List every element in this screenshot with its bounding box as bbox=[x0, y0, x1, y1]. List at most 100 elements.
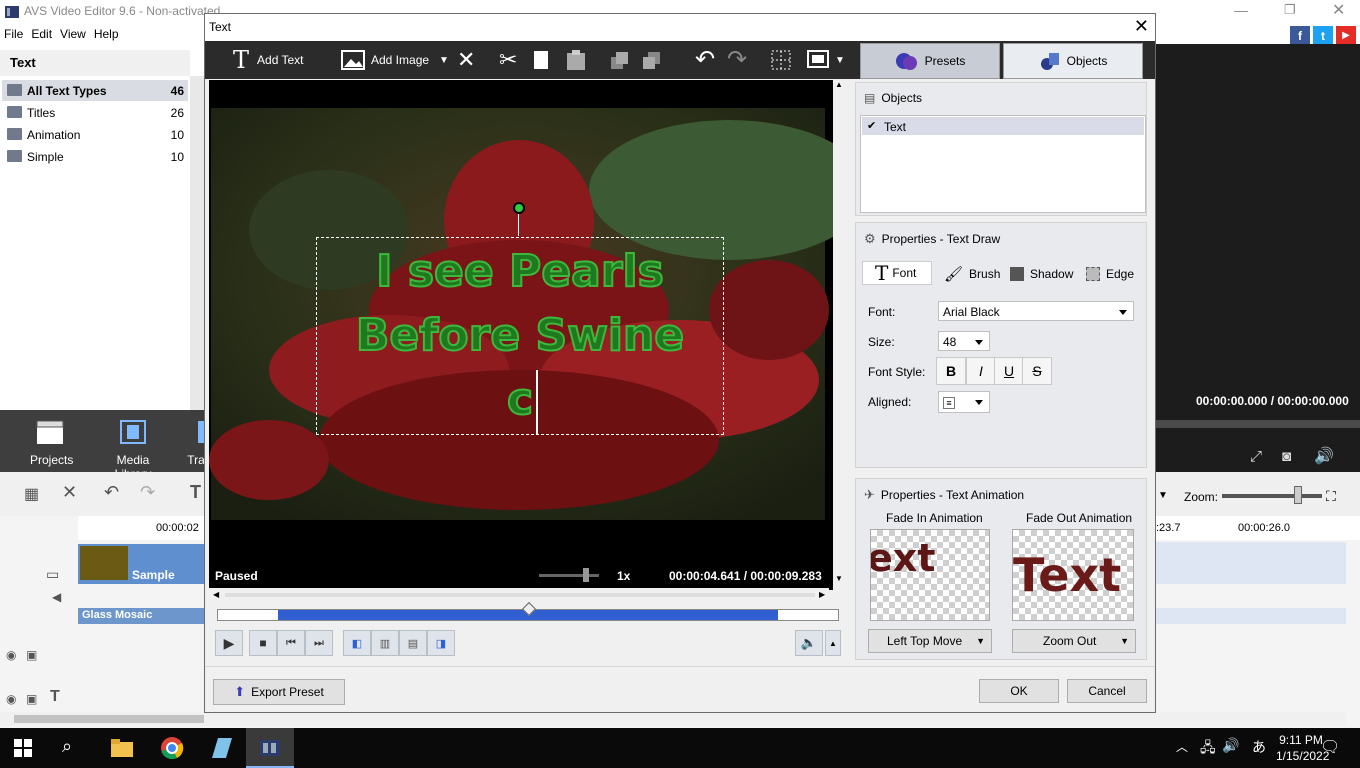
text-tool-icon[interactable]: T bbox=[190, 482, 201, 503]
menu-help[interactable]: Help bbox=[90, 24, 123, 44]
tray-chevron-icon[interactable]: ︿ bbox=[1176, 738, 1188, 755]
volume-dropdown-button[interactable]: ▲ bbox=[825, 630, 841, 656]
close-icon[interactable]: ✕ bbox=[1332, 0, 1345, 20]
italic-button[interactable]: I bbox=[966, 357, 996, 385]
play-button[interactable]: ▶ bbox=[215, 630, 243, 656]
player-seek-bar[interactable] bbox=[1156, 420, 1360, 428]
effect-clip[interactable]: Glass Mosaic bbox=[78, 608, 205, 624]
mark-mid-button[interactable]: ▥ bbox=[371, 630, 399, 656]
scroll-right-icon[interactable]: ▶ bbox=[819, 590, 825, 599]
font-select[interactable]: Arial Black bbox=[938, 301, 1134, 321]
stop-button[interactable]: ■ bbox=[249, 630, 277, 656]
dialog-close-icon[interactable]: ✕ bbox=[1134, 16, 1149, 37]
undo-icon[interactable]: ↶ bbox=[104, 482, 119, 503]
bold-button[interactable]: B bbox=[936, 357, 966, 385]
tab-edge[interactable]: Edge bbox=[1086, 263, 1134, 285]
preview-hscrollbar[interactable]: ◀ ▶ bbox=[209, 588, 829, 602]
tab-presets[interactable]: Presets bbox=[860, 43, 1000, 79]
cut-icon[interactable]: ✂ bbox=[499, 47, 517, 73]
youtube-icon[interactable]: ▶ bbox=[1336, 26, 1356, 46]
zoom-slider-handle[interactable] bbox=[1294, 486, 1302, 504]
playback-progress[interactable] bbox=[217, 601, 839, 621]
category-animation[interactable]: Animation 10 bbox=[2, 124, 188, 145]
category-simple[interactable]: Simple 10 bbox=[2, 146, 188, 167]
volume-button[interactable]: 🔈 bbox=[795, 630, 823, 656]
eye-icon[interactable]: ◉ bbox=[6, 648, 16, 662]
mark-in-button[interactable]: ◧ bbox=[343, 630, 371, 656]
tab-font[interactable]: T Font bbox=[862, 261, 932, 285]
category-titles[interactable]: Titles 26 bbox=[2, 102, 188, 123]
snapshot-icon[interactable]: ◙ bbox=[1282, 448, 1291, 465]
add-text-button[interactable]: T Add Text bbox=[233, 41, 304, 79]
transitions-nav[interactable]: Tra bbox=[186, 418, 206, 467]
zoom-slider[interactable] bbox=[1222, 494, 1322, 498]
ok-button[interactable]: OK bbox=[979, 679, 1059, 703]
preview-text[interactable]: I see Pearls Before Swine c bbox=[316, 240, 724, 432]
add-image-dropdown-icon[interactable]: ▼ bbox=[439, 55, 449, 66]
rotate-handle[interactable] bbox=[513, 202, 525, 214]
timeline-hscrollbar[interactable] bbox=[0, 712, 1346, 726]
app-icon[interactable] bbox=[208, 736, 234, 760]
facebook-icon[interactable]: f bbox=[1290, 26, 1310, 46]
tab-objects[interactable]: Objects bbox=[1003, 43, 1143, 79]
chrome-icon[interactable] bbox=[160, 736, 184, 760]
bring-forward-icon[interactable] bbox=[609, 51, 629, 71]
safe-area-dropdown-icon[interactable]: ▼ bbox=[835, 55, 845, 66]
video-preview[interactable]: I see Pearls Before Swine c bbox=[209, 80, 833, 590]
export-preset-button[interactable]: ⬆ Export Preset bbox=[213, 679, 345, 705]
lock-icon[interactable]: ▣ bbox=[26, 648, 37, 662]
delete-icon[interactable]: ✕ bbox=[62, 482, 77, 503]
copy-icon[interactable] bbox=[531, 49, 551, 71]
next-frame-button[interactable]: ⏭ bbox=[305, 630, 333, 656]
paste-icon[interactable] bbox=[565, 49, 587, 71]
underline-button[interactable]: U bbox=[994, 357, 1024, 385]
notifications-icon[interactable]: 🗨 bbox=[1320, 737, 1340, 757]
add-image-button[interactable]: Add Image bbox=[341, 41, 429, 79]
menu-edit[interactable]: Edit bbox=[27, 24, 56, 44]
eye-icon[interactable]: ◉ bbox=[6, 692, 16, 706]
windows-start-icon[interactable] bbox=[14, 739, 32, 757]
undo-icon[interactable]: ↶ bbox=[695, 45, 715, 74]
twitter-icon[interactable]: t bbox=[1313, 26, 1333, 46]
menu-file[interactable]: File bbox=[0, 24, 27, 44]
speed-slider-handle[interactable] bbox=[583, 568, 589, 582]
redo-icon[interactable]: ↷ bbox=[140, 482, 155, 503]
ime-icon[interactable]: あ bbox=[1252, 737, 1266, 757]
size-select[interactable]: 48 bbox=[938, 331, 990, 351]
projects-nav[interactable]: Projects bbox=[30, 418, 73, 467]
fade-out-select[interactable]: Zoom Out ▼ bbox=[1012, 629, 1136, 653]
send-backward-icon[interactable] bbox=[641, 51, 661, 71]
scroll-down-icon[interactable]: ▼ bbox=[835, 574, 843, 583]
mark-out-button[interactable]: ▤ bbox=[399, 630, 427, 656]
mark-end-button[interactable]: ◨ bbox=[427, 630, 455, 656]
taskbar-clock[interactable]: 9:11 PM 1/15/2022 bbox=[1276, 732, 1329, 764]
safe-area-icon[interactable] bbox=[807, 49, 829, 71]
search-icon[interactable]: ⌕ bbox=[62, 736, 72, 757]
left-panel-splitter[interactable] bbox=[190, 76, 204, 410]
checkbox-checked-icon[interactable]: ✔ bbox=[867, 119, 876, 132]
scroll-left-icon[interactable]: ◀ bbox=[213, 590, 219, 599]
redo-icon[interactable]: ↷ bbox=[727, 45, 747, 74]
volume-icon[interactable]: 🔊 bbox=[1222, 737, 1239, 754]
file-explorer-icon[interactable] bbox=[110, 737, 134, 759]
lock-icon[interactable]: ▣ bbox=[26, 692, 37, 706]
align-select[interactable]: ≡ bbox=[938, 391, 990, 413]
fade-in-select[interactable]: Left Top Move ▼ bbox=[868, 629, 992, 653]
fit-zoom-icon[interactable]: ⛶ bbox=[1326, 488, 1336, 505]
strikethrough-button[interactable]: S bbox=[1022, 357, 1052, 385]
avs-taskbar-button[interactable] bbox=[246, 728, 294, 768]
previous-frame-button[interactable]: ⏮ bbox=[277, 630, 305, 656]
video-clip[interactable]: Sample bbox=[78, 544, 205, 584]
network-icon[interactable]: 🖧 bbox=[1200, 737, 1216, 761]
delete-icon[interactable]: ✕ bbox=[457, 47, 475, 73]
objects-list-item[interactable]: ✔ Text bbox=[862, 117, 1144, 135]
maximize-icon[interactable]: ❐ bbox=[1284, 2, 1296, 18]
category-all-text-types[interactable]: All Text Types 46 bbox=[2, 80, 188, 101]
tab-shadow[interactable]: Shadow bbox=[1010, 263, 1073, 285]
cancel-button[interactable]: Cancel bbox=[1067, 679, 1147, 703]
preview-vscrollbar[interactable]: ▲ ▼ bbox=[834, 80, 846, 588]
storyboard-icon[interactable]: ▦ bbox=[24, 484, 39, 504]
fullscreen-icon[interactable]: ⤢ bbox=[1250, 448, 1262, 465]
dropdown-arrow-icon[interactable]: ▼ bbox=[1158, 490, 1168, 501]
tab-brush[interactable]: 🖌 Brush bbox=[944, 263, 1000, 285]
